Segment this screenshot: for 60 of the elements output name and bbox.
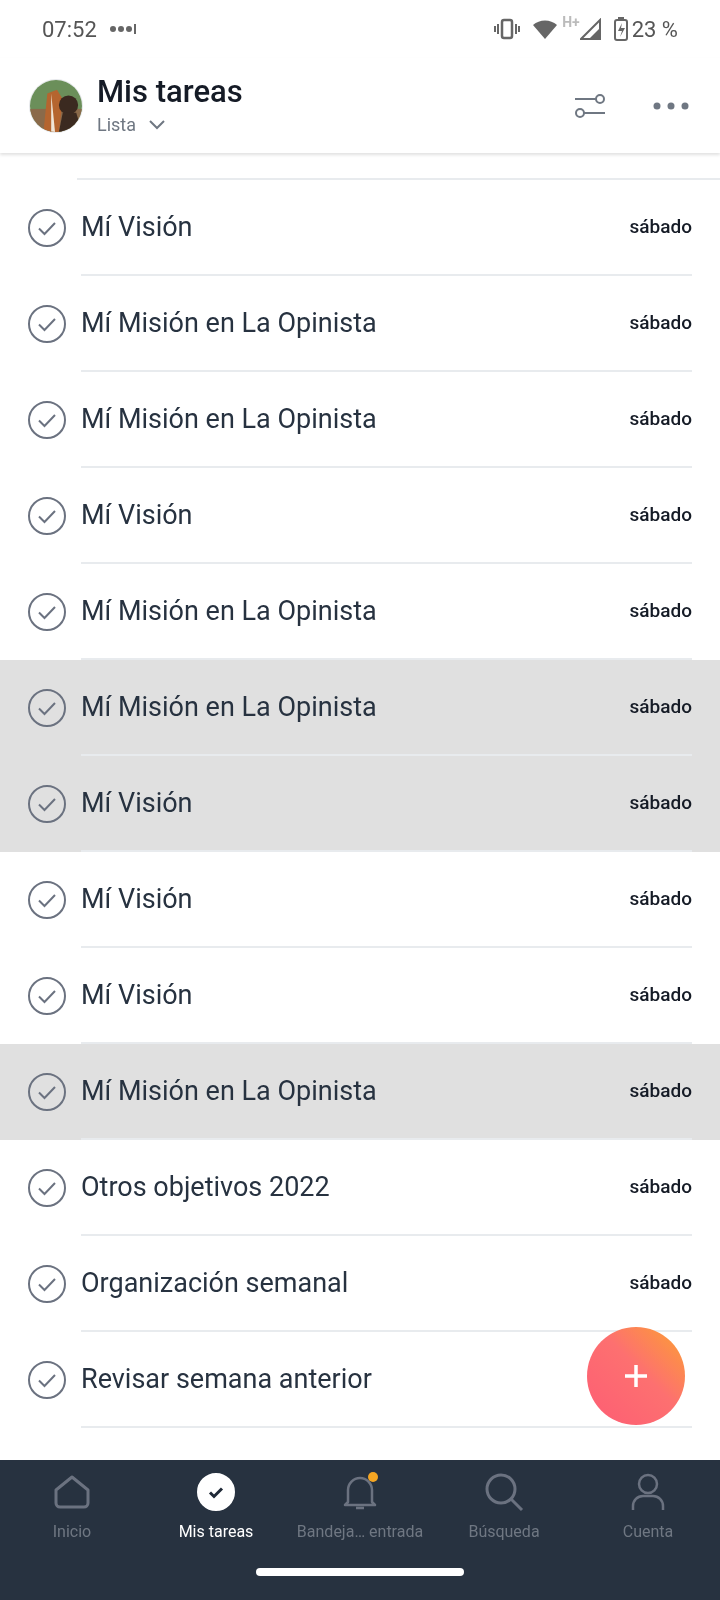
task-due-date: sábado bbox=[629, 693, 692, 720]
task-title: Mí Misión en La Opinista bbox=[81, 689, 377, 725]
task-due-date: sábado bbox=[629, 1077, 692, 1104]
task-title: Mí Visión bbox=[81, 785, 193, 821]
checkmark-circle-icon[interactable] bbox=[27, 1072, 67, 1112]
network-type: H+ bbox=[562, 13, 580, 32]
task-due-date: sábado bbox=[629, 309, 692, 336]
checkmark-circle-icon[interactable] bbox=[27, 1168, 67, 1208]
task-due-date: sábado bbox=[629, 597, 692, 624]
task-row[interactable]: Mí Misión en La Opinista sábado bbox=[0, 660, 720, 756]
wifi-icon bbox=[532, 18, 559, 40]
task-due-date: sábado bbox=[629, 981, 692, 1008]
task-due-date: sábado bbox=[629, 1269, 692, 1296]
checkmark-circle-icon[interactable] bbox=[27, 1360, 67, 1400]
task-title: Mí Visión bbox=[81, 977, 193, 1013]
task-title: Organización semanal bbox=[81, 1265, 349, 1301]
task-title: Mí Visión bbox=[81, 497, 193, 533]
checkmark-circle-icon[interactable] bbox=[27, 880, 67, 920]
chevron-down-icon bbox=[148, 119, 167, 130]
task-due-date: sábado bbox=[629, 1173, 692, 1200]
person-icon bbox=[630, 1473, 666, 1511]
task-title: Mí Misión en La Opinista bbox=[81, 305, 377, 341]
vibrate-icon bbox=[494, 18, 521, 40]
checkmark-circle-icon[interactable] bbox=[27, 784, 67, 824]
page-title: Mis tareas bbox=[97, 73, 243, 111]
view-dropdown[interactable]: Lista bbox=[97, 111, 243, 138]
checkmark-circle-icon[interactable] bbox=[27, 496, 67, 536]
more-options-icon[interactable] bbox=[652, 100, 690, 111]
filter-icon[interactable] bbox=[574, 92, 606, 119]
task-title: Mí Misión en La Opinista bbox=[81, 401, 377, 437]
checkmark-circle-icon[interactable] bbox=[27, 592, 67, 632]
task-due-date: sábado bbox=[629, 501, 692, 528]
battery-level: 23 % bbox=[631, 15, 678, 44]
task-due-date: sábado bbox=[629, 405, 692, 432]
task-title: Mí Misión en La Opinista bbox=[81, 1073, 377, 1109]
task-due-date: sábado bbox=[629, 213, 692, 240]
task-title: Otros objetivos 2022 bbox=[81, 1169, 330, 1205]
status-time: 07:52 bbox=[42, 15, 97, 44]
task-due-date: sábado bbox=[629, 789, 692, 816]
cell-signal-icon bbox=[579, 18, 602, 40]
task-row[interactable]: Mí Misión en La Opinista sábado bbox=[0, 1044, 720, 1140]
checkmark-circle-icon[interactable] bbox=[27, 688, 67, 728]
task-title: Mí Visión bbox=[81, 209, 193, 245]
nav-tab[interactable]: Mis tareas bbox=[144, 1472, 288, 1544]
task-title: Revisar semana anterior bbox=[81, 1361, 372, 1397]
checkmark-circle-icon[interactable] bbox=[27, 976, 67, 1016]
task-title: Mí Visión bbox=[81, 881, 193, 917]
checkmark-circle-icon[interactable] bbox=[27, 1264, 67, 1304]
plus-icon bbox=[624, 1364, 648, 1388]
battery-charging-icon bbox=[613, 17, 628, 41]
task-title: Mí Misión en La Opinista bbox=[81, 593, 377, 629]
search-icon bbox=[484, 1472, 524, 1512]
home-icon bbox=[52, 1474, 92, 1510]
checkmark-circle-icon[interactable] bbox=[27, 208, 67, 248]
task-due-date: sábado bbox=[629, 885, 692, 912]
checkmark-circle-icon[interactable] bbox=[27, 400, 67, 440]
notification-dots-icon bbox=[108, 23, 137, 35]
checkmark-circle-icon[interactable] bbox=[27, 304, 67, 344]
task-row[interactable]: Mí Visión sábado bbox=[0, 756, 720, 852]
checkmark-circle-icon bbox=[197, 1473, 235, 1511]
